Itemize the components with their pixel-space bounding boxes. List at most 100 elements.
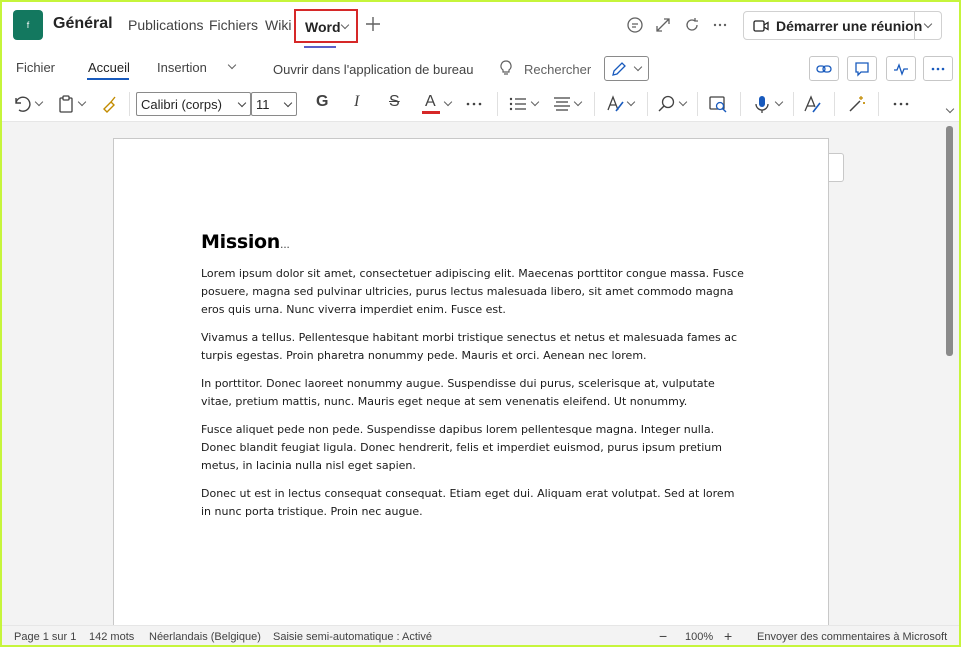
activity-icon [894,63,908,76]
ribbon-active-indicator [87,78,129,80]
paste-chevron-icon[interactable] [77,97,87,107]
chevron-down-icon [237,98,247,108]
more-tabs-chevron-icon[interactable] [227,60,237,70]
share-link-button[interactable] [809,56,839,81]
clipboard-icon[interactable] [57,94,77,114]
toolbar-divider [594,92,595,116]
chevron-down-icon [633,62,643,72]
start-meeting-button[interactable]: Démarrer une réunion [743,11,942,40]
toolbar-divider [497,92,498,116]
search-ribbon-input[interactable]: Rechercher [524,62,591,77]
page-count: Page 1 sur 1 [14,631,77,643]
styles-icon[interactable] [605,94,625,114]
ribbon-more-button[interactable] [923,56,953,81]
more-options-icon[interactable] [891,94,911,114]
document-body[interactable]: Lorem ipsum dolor sit amet, consectetuer… [201,265,746,531]
bold-button[interactable]: G [316,93,328,111]
autocomplete-status[interactable]: Saisie semi-automatique : Activé [273,631,432,643]
toolbar-divider [878,92,879,116]
meeting-options-chevron-icon[interactable] [923,19,933,29]
undo-chevron-icon[interactable] [34,97,44,107]
activity-button[interactable] [886,56,916,81]
paragraph[interactable]: Vivamus a tellus. Pellentesque habitant … [201,329,746,365]
reuse-files-icon[interactable] [708,94,728,114]
link-icon [816,65,832,73]
bullet-list-icon[interactable] [508,94,528,114]
open-desktop-app-link[interactable]: Ouvrir dans l'application de bureau [273,62,474,77]
styles-chevron-icon[interactable] [626,97,636,107]
toolbar-divider [129,92,130,116]
document-canvas[interactable]: Mission... Lorem ipsum dolor sit amet, c… [2,122,959,638]
find-chevron-icon[interactable] [678,97,688,107]
font-color-chevron-icon[interactable] [443,97,453,107]
paragraph[interactable]: Donec ut est in lectus consequat consequ… [201,485,746,521]
undo-icon[interactable] [12,94,32,114]
feedback-link[interactable]: Envoyer des commentaires à Microsoft [757,631,947,643]
ribbon-tab-insertion[interactable]: Insertion [157,60,207,75]
chevron-down-icon [283,98,293,108]
align-icon[interactable] [552,94,572,114]
zoom-out-button[interactable]: − [659,628,667,644]
button-divider [914,12,915,39]
zoom-in-button[interactable]: + [724,628,732,644]
find-icon[interactable] [657,94,677,114]
dictate-chevron-icon[interactable] [774,97,784,107]
document-page[interactable]: Mission... Lorem ipsum dolor sit amet, c… [113,138,829,638]
formatting-toolbar: Calibri (corps) 11 G I S A [2,88,959,122]
team-avatar[interactable]: f [13,10,43,40]
editor-icon[interactable] [802,94,822,114]
add-tab-icon[interactable] [364,15,382,33]
format-painter-icon[interactable] [100,94,120,114]
dictate-microphone-icon[interactable] [752,94,772,114]
comment-margin-tab[interactable] [829,153,844,182]
font-color-letter: A [425,93,436,110]
vertical-scrollbar[interactable] [946,126,953,356]
paragraph[interactable]: Fusce aliquet pede non pede. Suspendisse… [201,421,746,475]
font-color-button[interactable]: A [422,92,442,116]
bullet-list-chevron-icon[interactable] [530,97,540,107]
zoom-level[interactable]: 100% [685,631,713,643]
conversation-icon[interactable] [626,16,644,34]
strikethrough-button[interactable]: S [389,93,400,111]
expand-icon[interactable] [654,16,672,34]
font-size-select[interactable]: 11 [251,92,297,116]
designer-wand-icon[interactable] [847,94,867,114]
channel-header: f Général Publications Fichiers Wiki Wor… [2,2,959,48]
font-family-value: Calibri (corps) [141,97,222,112]
document-heading[interactable]: Mission... [201,231,290,253]
collapse-ribbon-icon[interactable] [945,104,955,114]
start-meeting-label: Démarrer une réunion [776,18,923,34]
paragraph[interactable]: In porttitor. Donec laoreet nonummy augu… [201,375,746,411]
teams-window: f Général Publications Fichiers Wiki Wor… [0,0,961,647]
tab-word[interactable]: Word [294,9,358,43]
tab-word-label: Word [305,19,341,35]
word-count[interactable]: 142 mots [89,631,134,643]
more-options-icon[interactable] [464,94,484,114]
tab-wiki[interactable]: Wiki [265,17,291,33]
video-camera-icon [753,20,769,32]
channel-name: Général [53,15,113,32]
toolbar-divider [834,92,835,116]
toolbar-divider [740,92,741,116]
tab-fichiers[interactable]: Fichiers [209,17,258,33]
more-options-icon[interactable] [711,16,729,34]
more-options-icon [931,67,945,71]
heading-collapse-marker: ... [280,238,290,251]
font-color-swatch [422,111,440,114]
ribbon-tabs: Fichier Accueil Insertion Ouvrir dans l'… [2,48,959,88]
align-chevron-icon[interactable] [573,97,583,107]
chevron-down-icon [340,20,350,30]
italic-button[interactable]: I [354,93,359,111]
ribbon-tab-fichier[interactable]: Fichier [16,60,55,75]
paragraph[interactable]: Lorem ipsum dolor sit amet, consectetuer… [201,265,746,319]
font-family-select[interactable]: Calibri (corps) [136,92,251,116]
toolbar-divider [647,92,648,116]
language-status[interactable]: Néerlandais (Belgique) [149,631,261,643]
comments-button[interactable] [847,56,877,81]
font-size-value: 11 [256,97,270,112]
pencil-icon [612,62,626,76]
ribbon-tab-accueil[interactable]: Accueil [88,60,130,75]
tab-publications[interactable]: Publications [128,17,204,33]
refresh-icon[interactable] [683,16,701,34]
editing-mode-dropdown[interactable] [604,56,649,81]
